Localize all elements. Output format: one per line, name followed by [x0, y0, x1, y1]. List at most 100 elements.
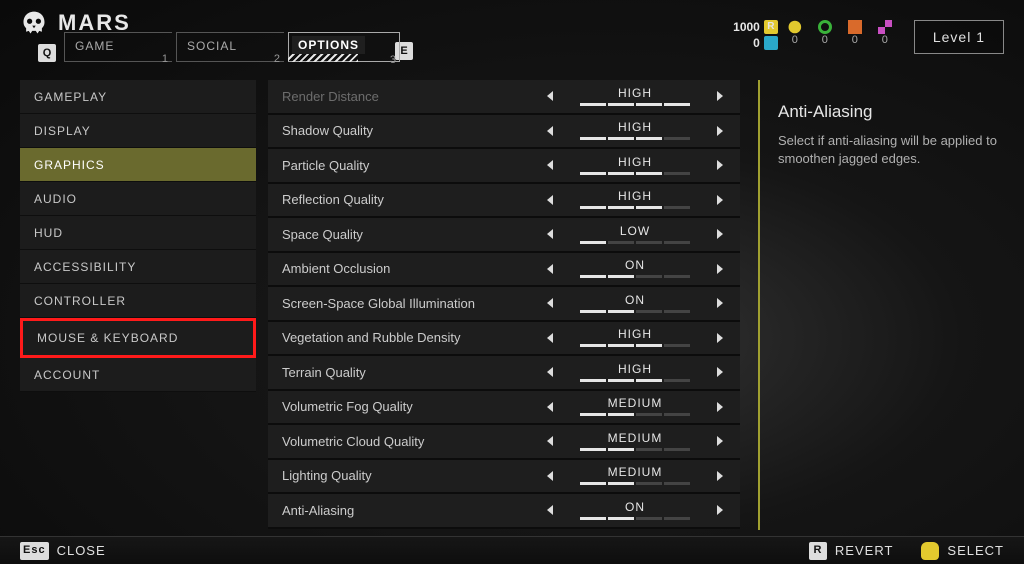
setting-row[interactable]: Space QualityLOW — [268, 218, 740, 253]
increase-arrow-icon[interactable] — [708, 396, 730, 418]
setting-level-bar — [580, 448, 690, 451]
info-title: Anti-Aliasing — [778, 102, 1003, 122]
setting-level-bar — [580, 103, 690, 106]
currency-sub-value: 0 — [753, 36, 760, 50]
setting-value: HIGH — [618, 87, 652, 99]
decrease-arrow-icon[interactable] — [540, 327, 562, 349]
setting-stepper: HIGH — [540, 327, 740, 349]
increase-arrow-icon[interactable] — [708, 154, 730, 176]
setting-value: HIGH — [618, 363, 652, 375]
setting-value-col: HIGH — [575, 363, 695, 382]
decrease-arrow-icon[interactable] — [540, 154, 562, 176]
decrease-arrow-icon[interactable] — [540, 361, 562, 383]
orb-icon — [818, 20, 832, 34]
setting-row[interactable]: Screen-Space Global IlluminationON — [268, 287, 740, 322]
setting-row[interactable]: Anti-AliasingON — [268, 494, 740, 529]
level-button[interactable]: Level 1 — [914, 20, 1004, 54]
sidebar-label: GRAPHICS — [34, 158, 105, 172]
revert-button[interactable]: R REVERT — [809, 542, 894, 560]
setting-row[interactable]: Lighting QualityMEDIUM — [268, 460, 740, 495]
setting-row[interactable]: Render Distance HIGH — [268, 80, 740, 115]
setting-row[interactable]: Ambient OcclusionON — [268, 253, 740, 288]
category-sidebar: GAMEPLAY DISPLAY GRAPHICS AUDIO HUD ACCE… — [20, 80, 256, 530]
currency-r-icon: R — [764, 20, 778, 34]
tab-social[interactable]: SOCIAL 2 — [176, 32, 284, 62]
sidebar-item-graphics[interactable]: GRAPHICS — [20, 148, 256, 182]
increase-arrow-icon[interactable] — [708, 223, 730, 245]
increase-arrow-icon[interactable] — [708, 327, 730, 349]
sidebar-item-hud[interactable]: HUD — [20, 216, 256, 250]
setting-stepper: ON — [540, 292, 740, 314]
decrease-arrow-icon[interactable] — [540, 223, 562, 245]
tab-game[interactable]: GAME 1 — [64, 32, 172, 62]
increase-arrow-icon[interactable] — [708, 85, 730, 107]
setting-row[interactable]: Volumetric Fog QualityMEDIUM — [268, 391, 740, 426]
tab-number: 2 — [274, 53, 280, 65]
settings-list[interactable]: Render DistanceHIGHShadow QualityHIGHPar… — [268, 80, 740, 530]
sidebar-item-gameplay[interactable]: GAMEPLAY — [20, 80, 256, 114]
box-icon — [848, 20, 862, 34]
tab-options[interactable]: OPTIONS 3 — [288, 32, 400, 62]
increase-arrow-icon[interactable] — [708, 361, 730, 383]
tab-number: 3 — [390, 54, 396, 66]
setting-row[interactable]: Volumetric Cloud QualityMEDIUM — [268, 425, 740, 460]
decrease-arrow-icon[interactable] — [540, 120, 562, 142]
sidebar-item-accessibility[interactable]: ACCESSIBILITY — [20, 250, 256, 284]
sidebar-label: CONTROLLER — [34, 294, 126, 308]
resource-orb: 0 — [818, 20, 832, 46]
resource-value: 0 — [792, 34, 798, 46]
header: MARS Q E GAME 1 SOCIAL 2 OPTIONS 3 1000 … — [0, 0, 1024, 70]
increase-arrow-icon[interactable] — [708, 258, 730, 280]
mouse-icon — [921, 542, 939, 560]
sidebar-item-account[interactable]: ACCOUNT — [20, 358, 256, 392]
setting-stepper: ON — [540, 499, 740, 521]
increase-arrow-icon[interactable] — [708, 465, 730, 487]
decrease-arrow-icon[interactable] — [540, 258, 562, 280]
sidebar-label: HUD — [34, 226, 63, 240]
body: GAMEPLAY DISPLAY GRAPHICS AUDIO HUD ACCE… — [0, 70, 1024, 530]
setting-row[interactable]: Particle QualityHIGH — [268, 149, 740, 184]
setting-row[interactable]: Shadow QualityHIGH — [268, 115, 740, 150]
setting-level-bar — [580, 137, 690, 140]
skull-icon — [20, 9, 48, 37]
active-tab-hatch — [288, 54, 358, 62]
setting-value: HIGH — [618, 328, 652, 340]
setting-value-col: HIGH — [575, 190, 695, 209]
setting-value-col: ON — [575, 294, 695, 313]
increase-arrow-icon[interactable] — [708, 120, 730, 142]
setting-label: Volumetric Cloud Quality — [268, 434, 540, 449]
decrease-arrow-icon[interactable] — [540, 292, 562, 314]
sidebar-item-controller[interactable]: CONTROLLER — [20, 284, 256, 318]
sidebar-label: DISPLAY — [34, 124, 91, 138]
select-button[interactable]: SELECT — [921, 542, 1004, 560]
decrease-arrow-icon[interactable] — [540, 499, 562, 521]
setting-value: MEDIUM — [608, 397, 663, 409]
setting-value-col: HIGH — [575, 87, 695, 106]
setting-label: Render Distance — [268, 89, 540, 104]
decrease-arrow-icon[interactable] — [540, 396, 562, 418]
setting-level-bar — [580, 379, 690, 382]
tab-prev-key[interactable]: Q — [38, 44, 56, 62]
sidebar-item-display[interactable]: DISPLAY — [20, 114, 256, 148]
sidebar-item-audio[interactable]: AUDIO — [20, 182, 256, 216]
setting-value-col: HIGH — [575, 121, 695, 140]
increase-arrow-icon[interactable] — [708, 499, 730, 521]
setting-row[interactable]: Vegetation and Rubble Density HIGH — [268, 322, 740, 357]
increase-arrow-icon[interactable] — [708, 430, 730, 452]
setting-label: Vegetation and Rubble Density — [268, 330, 540, 345]
decrease-arrow-icon[interactable] — [540, 465, 562, 487]
setting-label: Reflection Quality — [268, 192, 540, 207]
sidebar-item-mouse-keyboard[interactable]: MOUSE & KEYBOARD — [20, 318, 256, 358]
setting-level-bar — [580, 310, 690, 313]
decrease-arrow-icon[interactable] — [540, 430, 562, 452]
setting-value: LOW — [620, 225, 650, 237]
currency-value: 1000 — [733, 20, 760, 34]
decrease-arrow-icon[interactable] — [540, 189, 562, 211]
setting-row[interactable]: Terrain QualityHIGH — [268, 356, 740, 391]
decrease-arrow-icon[interactable] — [540, 85, 562, 107]
increase-arrow-icon[interactable] — [708, 189, 730, 211]
resource-value: 0 — [852, 34, 858, 46]
close-button[interactable]: Esc CLOSE — [20, 542, 106, 560]
increase-arrow-icon[interactable] — [708, 292, 730, 314]
setting-row[interactable]: Reflection Quality HIGH — [268, 184, 740, 219]
